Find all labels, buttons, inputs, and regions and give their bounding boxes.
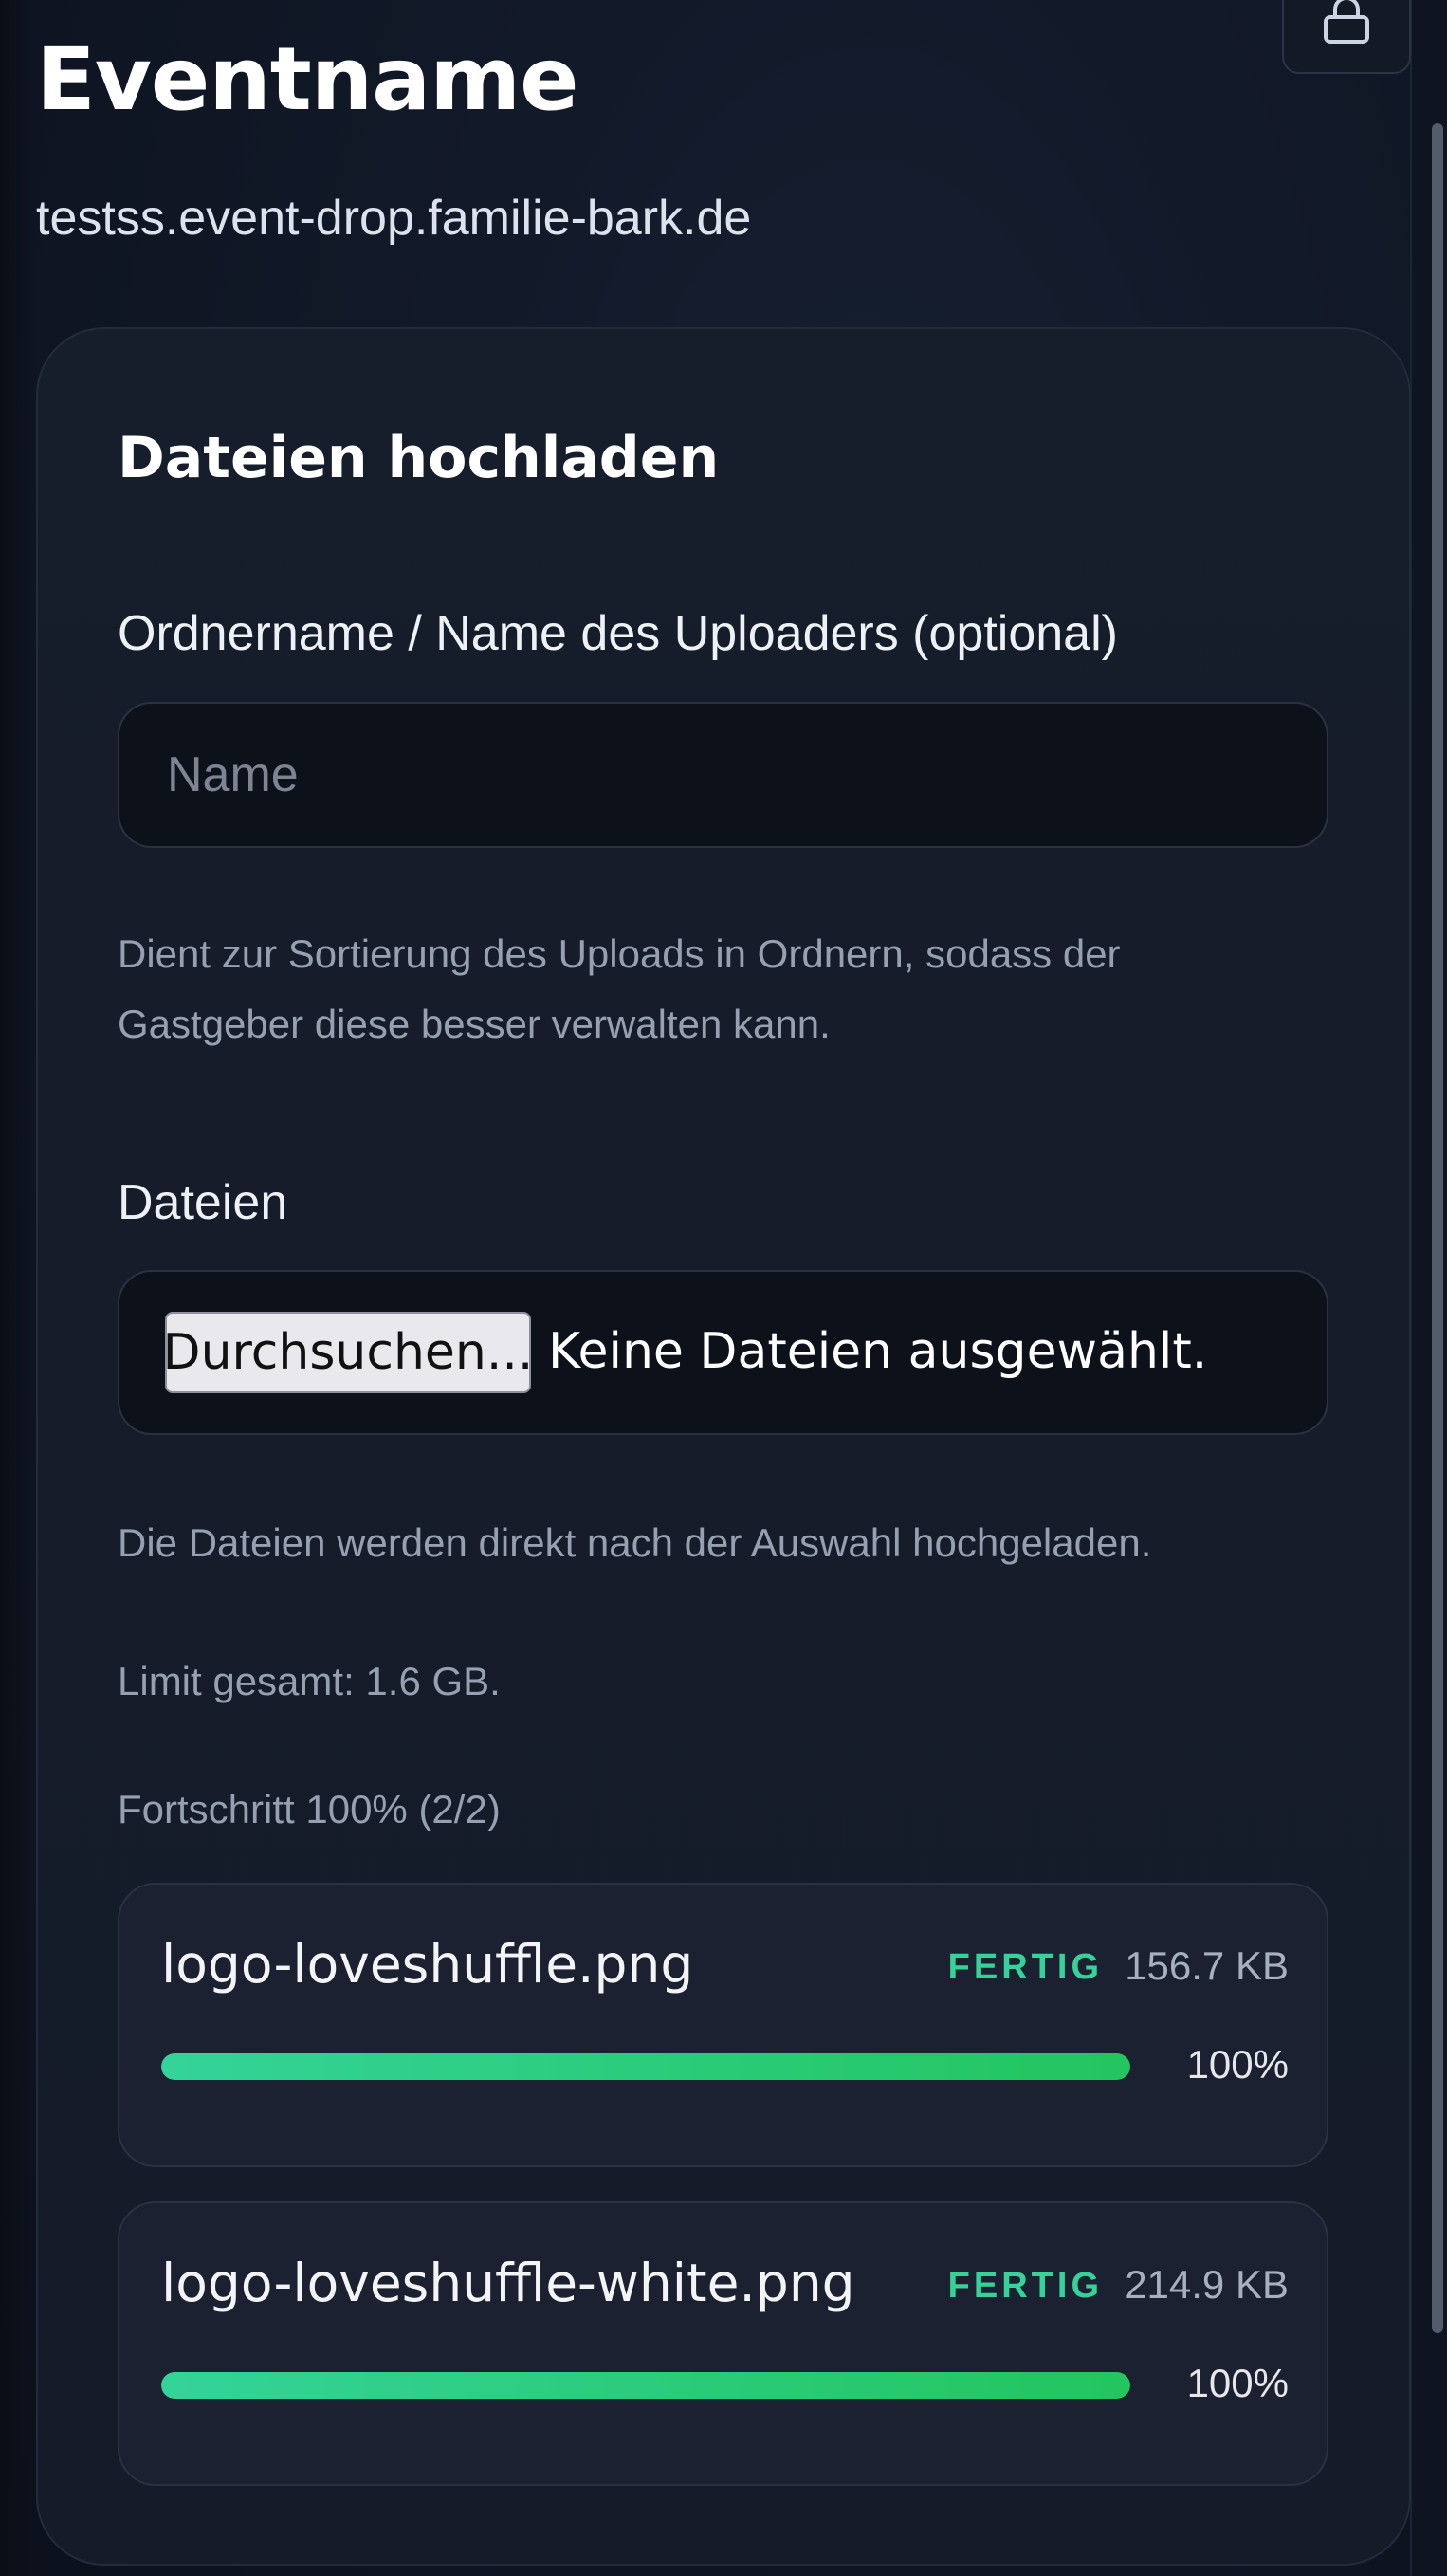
file-name: logo-loveshuffle.png [161, 1934, 694, 1995]
event-title: Eventname [36, 28, 579, 130]
progress-percent: 100% [1186, 2042, 1289, 2087]
file-size: 156.7 KB [1125, 1943, 1289, 1988]
status-badge: FERTIG [947, 1947, 1103, 1987]
upload-item: logo-loveshuffle.png FERTIG 156.7 KB 100… [118, 1883, 1328, 2167]
files-label: Dateien [118, 1175, 288, 1230]
left-edge-shadow [0, 0, 34, 2576]
progress-text: Fortschritt 100% (2/2) [118, 1787, 501, 1831]
folder-name-help: Dient zur Sortierung des Uploads in Ordn… [118, 931, 1121, 1046]
folder-name-label: Ordnername / Name des Uploaders (optiona… [118, 606, 1118, 661]
scrollbar-thumb[interactable] [1432, 123, 1443, 2333]
status-badge: FERTIG [947, 2266, 1103, 2306]
progress-fill [161, 2053, 1130, 2080]
progress-fill [161, 2372, 1130, 2399]
folder-name-input[interactable] [118, 702, 1328, 848]
upload-card-title: Dateien hochladen [118, 425, 720, 491]
lock-icon [1324, 0, 1369, 44]
limit-text: Limit gesamt: 1.6 GB. [118, 1659, 501, 1703]
page: Eventname testss.event-drop.familie-bark… [0, 0, 1447, 2576]
lock-button[interactable] [1282, 0, 1411, 74]
upload-item: logo-loveshuffle-white.png FERTIG 214.9 … [118, 2201, 1328, 2486]
progress-track [161, 2053, 1130, 2080]
file-name: logo-loveshuffle-white.png [161, 2253, 855, 2313]
file-size: 214.9 KB [1125, 2262, 1289, 2307]
browse-button[interactable]: Durchsuchen... [163, 1312, 533, 1393]
no-files-text: Keine Dateien ausgewählt. [548, 1323, 1208, 1380]
progress-percent: 100% [1186, 2361, 1289, 2405]
progress-track [161, 2372, 1130, 2399]
event-domain: testss.event-drop.familie-bark.de [36, 191, 752, 246]
auto-upload-help: Die Dateien werden direkt nach der Auswa… [118, 1520, 1152, 1565]
